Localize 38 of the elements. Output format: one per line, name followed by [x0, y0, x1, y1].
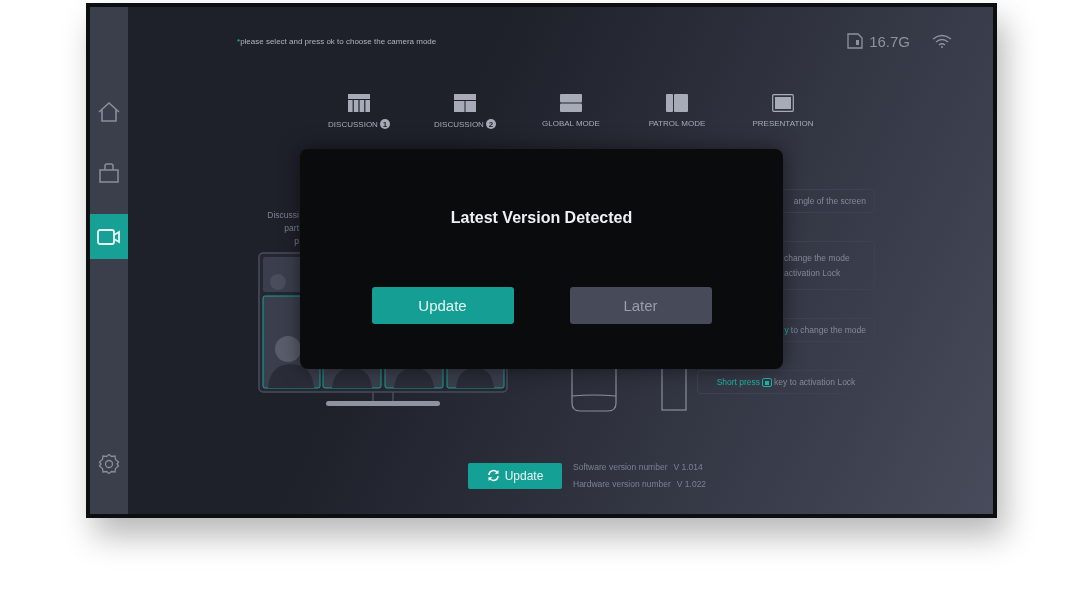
tip-text: to change the mode [790, 325, 866, 335]
version-value: V 1.022 [676, 479, 707, 489]
tip-text: change the mode [784, 253, 851, 263]
layout-icon [666, 94, 688, 112]
number-badge: 2 [485, 119, 496, 129]
camera-icon [97, 227, 121, 246]
version-label: Hardware version number [573, 479, 671, 489]
hint-text: *please select and press ok to choose the camera mode [237, 36, 437, 46]
mode-label[interactable]: GLOBAL MODE [542, 119, 600, 128]
layout-icon [454, 94, 476, 112]
mode-label[interactable]: PRESENTATION [752, 119, 814, 128]
version-value: V 1.014 [673, 462, 703, 472]
layout-icon [772, 94, 794, 112]
mode-label[interactable]: DISCUSSION [328, 119, 378, 129]
number-badge: 1 [379, 119, 390, 129]
refresh-icon [486, 469, 500, 482]
tip-text: key to activation Lock [774, 377, 856, 387]
tip-text: activation Lock [784, 268, 842, 278]
settings-icon [98, 453, 120, 475]
layout-icon [348, 94, 370, 112]
mode-label[interactable]: PATROL MODE [648, 119, 706, 128]
description-text: part [284, 222, 299, 235]
wifi-icon [932, 34, 952, 48]
mode-label[interactable]: DISCUSSION [434, 119, 484, 129]
dialog-title: Latest Version Detected [450, 209, 633, 227]
later-button[interactable]: Later [569, 287, 712, 324]
bag-icon [98, 162, 120, 184]
layout-icon [560, 94, 582, 112]
version-label: Software version number [573, 462, 668, 472]
sidebar-item[interactable] [90, 214, 128, 259]
storage-text: 16.7G [869, 32, 910, 50]
tip-text: angle of the screen [793, 196, 866, 206]
description-text: Discussi [267, 209, 299, 222]
sd-card-icon [847, 33, 864, 49]
tip-highlight: Short press [716, 377, 761, 387]
description-text: p [294, 235, 299, 248]
home-icon [97, 101, 121, 123]
tip-highlight: y [784, 325, 789, 335]
